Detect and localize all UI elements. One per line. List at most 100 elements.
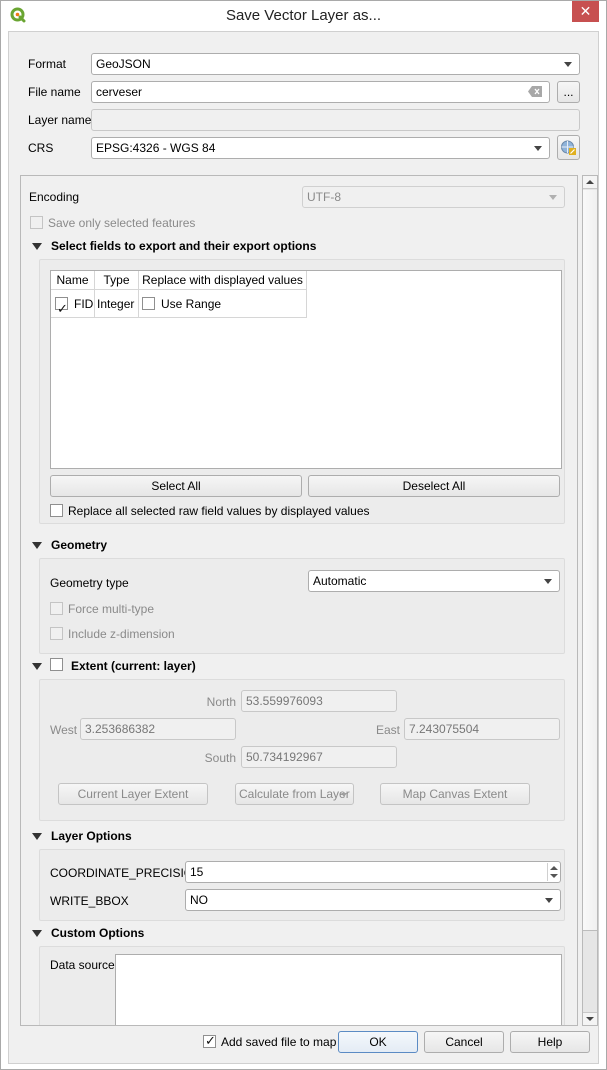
use-range-checkbox[interactable]	[142, 297, 155, 310]
force-multi-checkbox[interactable]	[50, 602, 63, 615]
filename-label: File name	[28, 85, 81, 99]
deselect-all-button[interactable]: Deselect All	[308, 475, 560, 497]
field-type: Integer	[97, 297, 135, 311]
write-bbox-label: WRITE_BBOX	[50, 894, 129, 908]
chevron-down-icon	[544, 579, 552, 584]
column-header-name[interactable]: Name	[51, 271, 95, 290]
chevron-down-icon	[341, 793, 347, 797]
geometry-type-select[interactable]: Automatic	[308, 570, 560, 592]
fields-groupbox: Name Type Replace with displayed values …	[39, 259, 565, 524]
options-scroll-area: Encoding UTF-8 Save only selected featur…	[20, 175, 578, 1026]
ok-label: OK	[369, 1035, 387, 1049]
include-z-checkbox[interactable]	[50, 627, 63, 640]
help-button[interactable]: Help	[510, 1031, 590, 1053]
fields-section-title[interactable]: Select fields to export and their export…	[51, 239, 316, 253]
dialog-body: Format GeoJSON File name cerveser ... La…	[8, 31, 599, 1064]
custom-options-section-title[interactable]: Custom Options	[51, 926, 144, 940]
east-input[interactable]: 7.243075504	[404, 718, 560, 740]
use-range-label: Use Range	[161, 297, 222, 311]
filename-input[interactable]: cerveser	[91, 81, 550, 103]
crs-select[interactable]: EPSG:4326 - WGS 84	[91, 137, 550, 159]
extent-section-title[interactable]: Extent (current: layer)	[71, 659, 196, 673]
write-bbox-value: NO	[190, 893, 208, 907]
cancel-button[interactable]: Cancel	[424, 1031, 504, 1053]
add-to-map-checkbox[interactable]: ✓	[203, 1033, 216, 1048]
data-source-label: Data source	[50, 958, 115, 972]
save-selected-checkbox[interactable]	[30, 216, 43, 229]
current-layer-extent-label: Current Layer Extent	[77, 787, 189, 801]
field-name-cell[interactable]: ✓ FID	[51, 290, 95, 318]
north-input[interactable]: 53.559976093	[241, 690, 397, 712]
geometry-type-value: Automatic	[313, 574, 367, 588]
ok-button[interactable]: OK	[338, 1031, 418, 1053]
filename-value: cerveser	[96, 85, 143, 99]
vertical-scrollbar[interactable]	[582, 175, 598, 1026]
format-select[interactable]: GeoJSON	[91, 53, 580, 75]
crs-globe-icon	[561, 140, 576, 155]
replace-all-checkbox[interactable]	[50, 504, 63, 517]
deselect-all-label: Deselect All	[402, 479, 466, 493]
collapse-triangle-icon[interactable]	[32, 243, 42, 250]
spin-up-icon[interactable]	[550, 866, 558, 870]
browse-label: ...	[563, 85, 574, 99]
format-label: Format	[28, 57, 67, 71]
field-export-checkbox[interactable]: ✓	[55, 297, 68, 316]
coord-precision-spinbox[interactable]: 15	[185, 861, 561, 883]
map-canvas-extent-label: Map Canvas Extent	[402, 787, 508, 801]
spin-down-icon[interactable]	[550, 874, 558, 878]
layer-options-section-title[interactable]: Layer Options	[51, 829, 132, 843]
coord-precision-value: 15	[190, 865, 204, 879]
west-value: 3.253686382	[85, 722, 156, 736]
north-value: 53.559976093	[246, 694, 323, 708]
browse-button[interactable]: ...	[557, 81, 580, 103]
south-value: 50.734192967	[246, 750, 323, 764]
clear-text-icon[interactable]	[528, 86, 542, 97]
encoding-select[interactable]: UTF-8	[302, 186, 565, 208]
current-layer-extent-button[interactable]: Current Layer Extent	[58, 783, 208, 805]
save-selected-label: Save only selected features	[48, 216, 196, 230]
chevron-down-icon	[534, 146, 542, 151]
field-name: FID	[74, 297, 94, 311]
west-label: West	[50, 723, 78, 737]
geometry-section-title[interactable]: Geometry	[51, 538, 107, 552]
spinbox-arrows[interactable]	[547, 863, 559, 881]
layername-input[interactable]	[91, 109, 580, 131]
field-type-cell: Integer	[95, 290, 139, 318]
layername-label: Layer name	[28, 113, 92, 127]
collapse-triangle-icon[interactable]	[32, 542, 42, 549]
geometry-type-label: Geometry type	[50, 576, 129, 590]
column-header-replace[interactable]: Replace with displayed values	[139, 271, 307, 290]
scrollbar-thumb[interactable]	[583, 190, 597, 931]
calculate-from-layer-label: Calculate from Layer	[239, 787, 350, 801]
encoding-label: Encoding	[29, 190, 80, 204]
select-all-button[interactable]: Select All	[50, 475, 302, 497]
collapse-triangle-icon[interactable]	[32, 833, 42, 840]
extent-enable-checkbox[interactable]	[50, 658, 63, 671]
map-canvas-extent-button[interactable]: Map Canvas Extent	[380, 783, 530, 805]
column-header-type[interactable]: Type	[95, 271, 139, 290]
write-bbox-select[interactable]: NO	[185, 889, 561, 911]
cancel-label: Cancel	[445, 1035, 483, 1049]
close-button[interactable]: ✕	[572, 1, 599, 22]
scroll-down-icon[interactable]	[583, 1012, 597, 1025]
coord-precision-label: COORDINATE_PRECISION	[50, 866, 202, 880]
chevron-down-icon	[545, 898, 553, 903]
save-vector-layer-dialog: Save Vector Layer as... ✕ Format GeoJSON…	[0, 0, 607, 1070]
calculate-from-layer-button[interactable]: Calculate from Layer	[235, 783, 354, 805]
chevron-down-icon	[549, 195, 557, 200]
data-source-textarea[interactable]	[115, 954, 562, 1025]
south-input[interactable]: 50.734192967	[241, 746, 397, 768]
add-to-map-label: Add saved file to map	[221, 1035, 337, 1049]
format-value: GeoJSON	[96, 57, 151, 71]
chevron-down-icon	[564, 62, 572, 67]
collapse-triangle-icon[interactable]	[32, 663, 42, 670]
west-input[interactable]: 3.253686382	[80, 718, 236, 740]
fields-table: Name Type Replace with displayed values …	[50, 270, 562, 469]
east-value: 7.243075504	[409, 722, 480, 736]
east-label: East	[376, 723, 401, 737]
scroll-up-icon[interactable]	[583, 176, 597, 189]
replace-all-label: Replace all selected raw field values by…	[68, 504, 370, 518]
field-replace-cell[interactable]: Use Range	[139, 290, 307, 318]
collapse-triangle-icon[interactable]	[32, 930, 42, 937]
select-crs-button[interactable]	[557, 135, 580, 160]
